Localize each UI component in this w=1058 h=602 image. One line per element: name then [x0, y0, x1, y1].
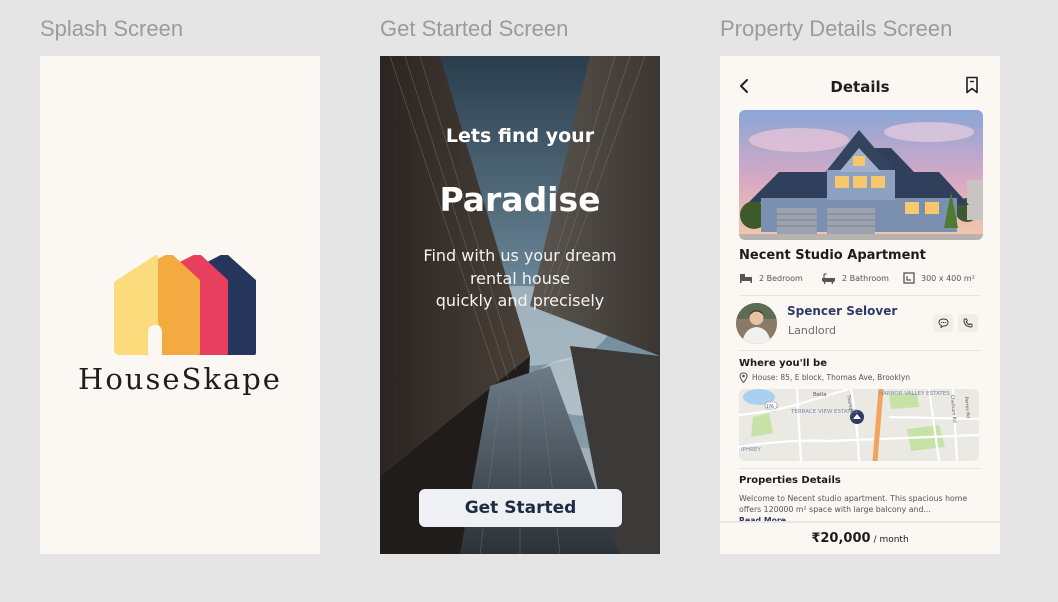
- getstarted-frame-label: Get Started Screen: [380, 16, 569, 41]
- agent-name: Spencer Selover: [787, 304, 898, 318]
- map-label: IPHREY: [741, 447, 761, 453]
- address-text: House: 85, E block, Thomas Ave, Brooklyn: [752, 373, 911, 382]
- map-label: HARBOR VALLEY ESTATES: [879, 391, 950, 397]
- tagline-line-1: Lets find your: [445, 125, 595, 147]
- property-details-screen: Details Necent Studio Apartment 2 Bedroo…: [720, 56, 1000, 554]
- houseskape-logo: [114, 255, 256, 355]
- divider: [739, 350, 981, 351]
- get-started-screen: Lets find your Paradise Find with us you…: [380, 56, 660, 554]
- tagline-description-line: Find with us your dream: [423, 246, 617, 265]
- tagline-description-line: rental house: [469, 268, 571, 288]
- tagline-description: Find with us your dream rental house qui…: [400, 245, 640, 313]
- property-details-heading: Properties Details: [739, 475, 841, 486]
- bathtub-icon: [822, 272, 835, 284]
- agent-role: Landlord: [788, 324, 836, 337]
- divider: [739, 295, 981, 296]
- map-label: 176: [766, 404, 774, 409]
- feature-area: 300 x 400 m²: [903, 271, 975, 285]
- description-line: Welcome to Necent studio apartment. This…: [739, 494, 968, 503]
- details-frame-label: Property Details Screen: [720, 16, 953, 41]
- map-label: Bella: [813, 392, 827, 398]
- brand-name: HouseSkape: [78, 362, 282, 396]
- splash-screen: HouseSkape: [40, 56, 320, 554]
- bed-icon: [740, 274, 752, 283]
- location-pin-icon: [739, 372, 748, 383]
- page-title: Details: [830, 78, 890, 96]
- price-period: / month: [873, 535, 909, 545]
- address: House: 85, E block, Thomas Ave, Brooklyn: [739, 372, 910, 383]
- splash-frame-label: Splash Screen: [40, 16, 184, 41]
- feature-label: 300 x 400 m²: [921, 273, 975, 283]
- feature-label: 2 Bedroom: [759, 273, 803, 283]
- get-started-button[interactable]: Get Started: [419, 489, 622, 527]
- feature-bedroom: 2 Bedroom: [739, 271, 803, 285]
- description-text: offers 120000 m² space with large balcon…: [739, 505, 931, 514]
- price-footer: ₹20,000 / month: [720, 521, 1000, 554]
- tagline-headline: Paradise: [439, 180, 601, 219]
- divider: [739, 468, 981, 469]
- bookmark-icon[interactable]: [964, 76, 980, 94]
- chat-bubble-icon: [938, 318, 948, 328]
- feature-bathroom: 2 Bathroom: [821, 271, 889, 285]
- property-photo[interactable]: [739, 110, 983, 240]
- avatar[interactable]: [736, 303, 777, 344]
- price: ₹20,000: [811, 531, 871, 546]
- phone-icon: [963, 318, 973, 328]
- tagline-description-line: quickly and precisely: [435, 291, 605, 310]
- message-button[interactable]: [933, 314, 953, 332]
- location-heading: Where you'll be: [739, 358, 827, 369]
- location-map[interactable]: TERRACE VIEW ESTATES HARBOR VALLEY ESTAT…: [739, 389, 979, 461]
- area-icon: [903, 272, 915, 284]
- property-name: Necent Studio Apartment: [739, 248, 926, 263]
- feature-label: 2 Bathroom: [842, 273, 889, 283]
- call-button[interactable]: [958, 314, 978, 332]
